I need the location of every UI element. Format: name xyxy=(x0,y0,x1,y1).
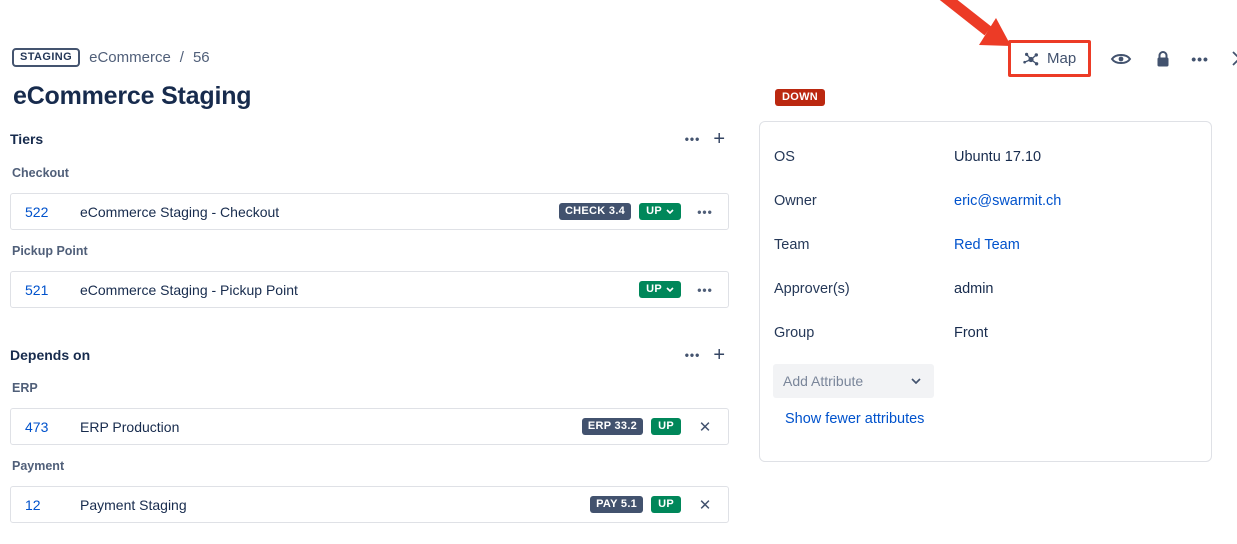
version-badge: PAY 5.1 xyxy=(590,496,643,513)
status-up-badge: UP xyxy=(651,496,681,513)
object-name: eCommerce Staging - Pickup Point xyxy=(80,282,298,298)
header-actions: Map ••• xyxy=(1008,40,1237,77)
attribute-label: Team xyxy=(774,237,954,253)
chevron-down-icon xyxy=(666,287,674,292)
map-button[interactable]: Map xyxy=(1008,40,1091,77)
attribute-value: Ubuntu 17.10 xyxy=(954,149,1041,165)
object-id-link[interactable]: 12 xyxy=(25,497,65,513)
environment-badge: STAGING xyxy=(12,48,80,67)
group-label-checkout: Checkout xyxy=(12,166,729,180)
more-actions-button[interactable]: ••• xyxy=(1191,47,1209,71)
object-id-link[interactable]: 473 xyxy=(25,419,65,435)
remove-dependency-button[interactable]: ✕ xyxy=(694,418,716,436)
version-badge: CHECK 3.4 xyxy=(559,203,631,220)
section-gap xyxy=(10,308,729,346)
relations-column: Tiers ••• + Checkout 522 eCommerce Stagi… xyxy=(10,130,729,523)
row-more-button[interactable]: ••• xyxy=(694,205,716,219)
group-label-pickup-point: Pickup Point xyxy=(12,244,729,258)
asset-detail-page: STAGING eCommerce / 56 Map xyxy=(0,0,1237,544)
breadcrumb-object-id: 56 xyxy=(193,49,210,66)
depends-add-button[interactable]: + xyxy=(713,347,725,363)
status-up-badge: UP xyxy=(651,418,681,435)
show-fewer-attributes-link[interactable]: Show fewer attributes xyxy=(785,411,924,427)
attribute-row-group: Group Front xyxy=(760,311,1211,355)
attribute-label: Approver(s) xyxy=(774,281,954,297)
attribute-label: Owner xyxy=(774,193,954,209)
status-up-label: UP xyxy=(646,283,662,295)
tiers-more-button[interactable]: ••• xyxy=(685,132,701,146)
breadcrumb-separator: / xyxy=(180,49,184,66)
eye-icon xyxy=(1110,51,1132,67)
attribute-row-os: OS Ubuntu 17.10 xyxy=(760,135,1211,179)
page-title: eCommerce Staging xyxy=(13,82,251,111)
attribute-row-team: Team Red Team xyxy=(760,223,1211,267)
status-down-badge: DOWN xyxy=(775,89,825,106)
object-name: Payment Staging xyxy=(80,497,187,513)
row-more-button[interactable]: ••• xyxy=(694,283,716,297)
ellipsis-icon: ••• xyxy=(697,283,713,297)
attribute-label: Group xyxy=(774,325,954,341)
close-button[interactable] xyxy=(1231,47,1237,71)
plus-icon: + xyxy=(713,128,725,150)
map-button-label: Map xyxy=(1047,50,1076,67)
depends-section-header: Depends on ••• + xyxy=(10,346,729,364)
tiers-section-header: Tiers ••• + xyxy=(10,130,729,148)
depends-section-actions: ••• + xyxy=(685,347,725,363)
attribute-row-owner: Owner eric@swarmit.ch xyxy=(760,179,1211,223)
plus-icon: + xyxy=(713,344,725,366)
depends-more-button[interactable]: ••• xyxy=(685,348,701,362)
status-up-dropdown[interactable]: UP xyxy=(639,203,681,220)
add-attribute-dropdown[interactable]: Add Attribute xyxy=(773,364,934,398)
tiers-section-title: Tiers xyxy=(10,131,43,147)
object-id-link[interactable]: 522 xyxy=(25,204,65,220)
group-label-payment: Payment xyxy=(12,459,729,473)
group-label-erp: ERP xyxy=(12,381,729,395)
remove-dependency-button[interactable]: ✕ xyxy=(694,496,716,514)
ellipsis-icon: ••• xyxy=(685,132,701,146)
close-icon xyxy=(1231,50,1237,67)
status-up-label: UP xyxy=(646,205,662,217)
attribute-value: admin xyxy=(954,281,994,297)
breadcrumb: STAGING eCommerce / 56 xyxy=(12,48,210,67)
dependency-row-erp: 473 ERP Production ERP 33.2 UP ✕ xyxy=(10,408,729,445)
ellipsis-icon: ••• xyxy=(697,205,713,219)
lock-icon xyxy=(1155,50,1171,68)
tier-row-pickup-point: 521 eCommerce Staging - Pickup Point UP … xyxy=(10,271,729,308)
tiers-section-actions: ••• + xyxy=(685,131,725,147)
team-link[interactable]: Red Team xyxy=(954,237,1020,253)
tiers-add-button[interactable]: + xyxy=(713,131,725,147)
attributes-panel: OS Ubuntu 17.10 Owner eric@swarmit.ch Te… xyxy=(759,121,1212,462)
status-up-dropdown[interactable]: UP xyxy=(639,281,681,298)
attribute-row-approvers: Approver(s) admin xyxy=(760,267,1211,311)
ellipsis-icon: ••• xyxy=(1191,51,1209,67)
close-icon: ✕ xyxy=(699,419,712,436)
object-id-link[interactable]: 521 xyxy=(25,282,65,298)
object-name: eCommerce Staging - Checkout xyxy=(80,204,279,220)
lock-button[interactable] xyxy=(1155,47,1171,71)
attribute-value: Front xyxy=(954,325,988,341)
breadcrumb-app-link[interactable]: eCommerce xyxy=(89,49,171,66)
depends-section-title: Depends on xyxy=(10,347,90,363)
version-badge: ERP 33.2 xyxy=(582,418,643,435)
add-attribute-label: Add Attribute xyxy=(783,373,863,389)
graph-map-icon xyxy=(1022,50,1040,68)
chevron-down-icon xyxy=(666,209,674,214)
owner-email-link[interactable]: eric@swarmit.ch xyxy=(954,193,1061,209)
dependency-row-payment: 12 Payment Staging PAY 5.1 UP ✕ xyxy=(10,486,729,523)
tier-row-checkout: 522 eCommerce Staging - Checkout CHECK 3… xyxy=(10,193,729,230)
close-icon: ✕ xyxy=(699,497,712,514)
object-name: ERP Production xyxy=(80,419,179,435)
ellipsis-icon: ••• xyxy=(685,348,701,362)
attribute-label: OS xyxy=(774,149,954,165)
chevron-down-icon xyxy=(911,378,921,384)
watch-button[interactable] xyxy=(1110,47,1132,71)
